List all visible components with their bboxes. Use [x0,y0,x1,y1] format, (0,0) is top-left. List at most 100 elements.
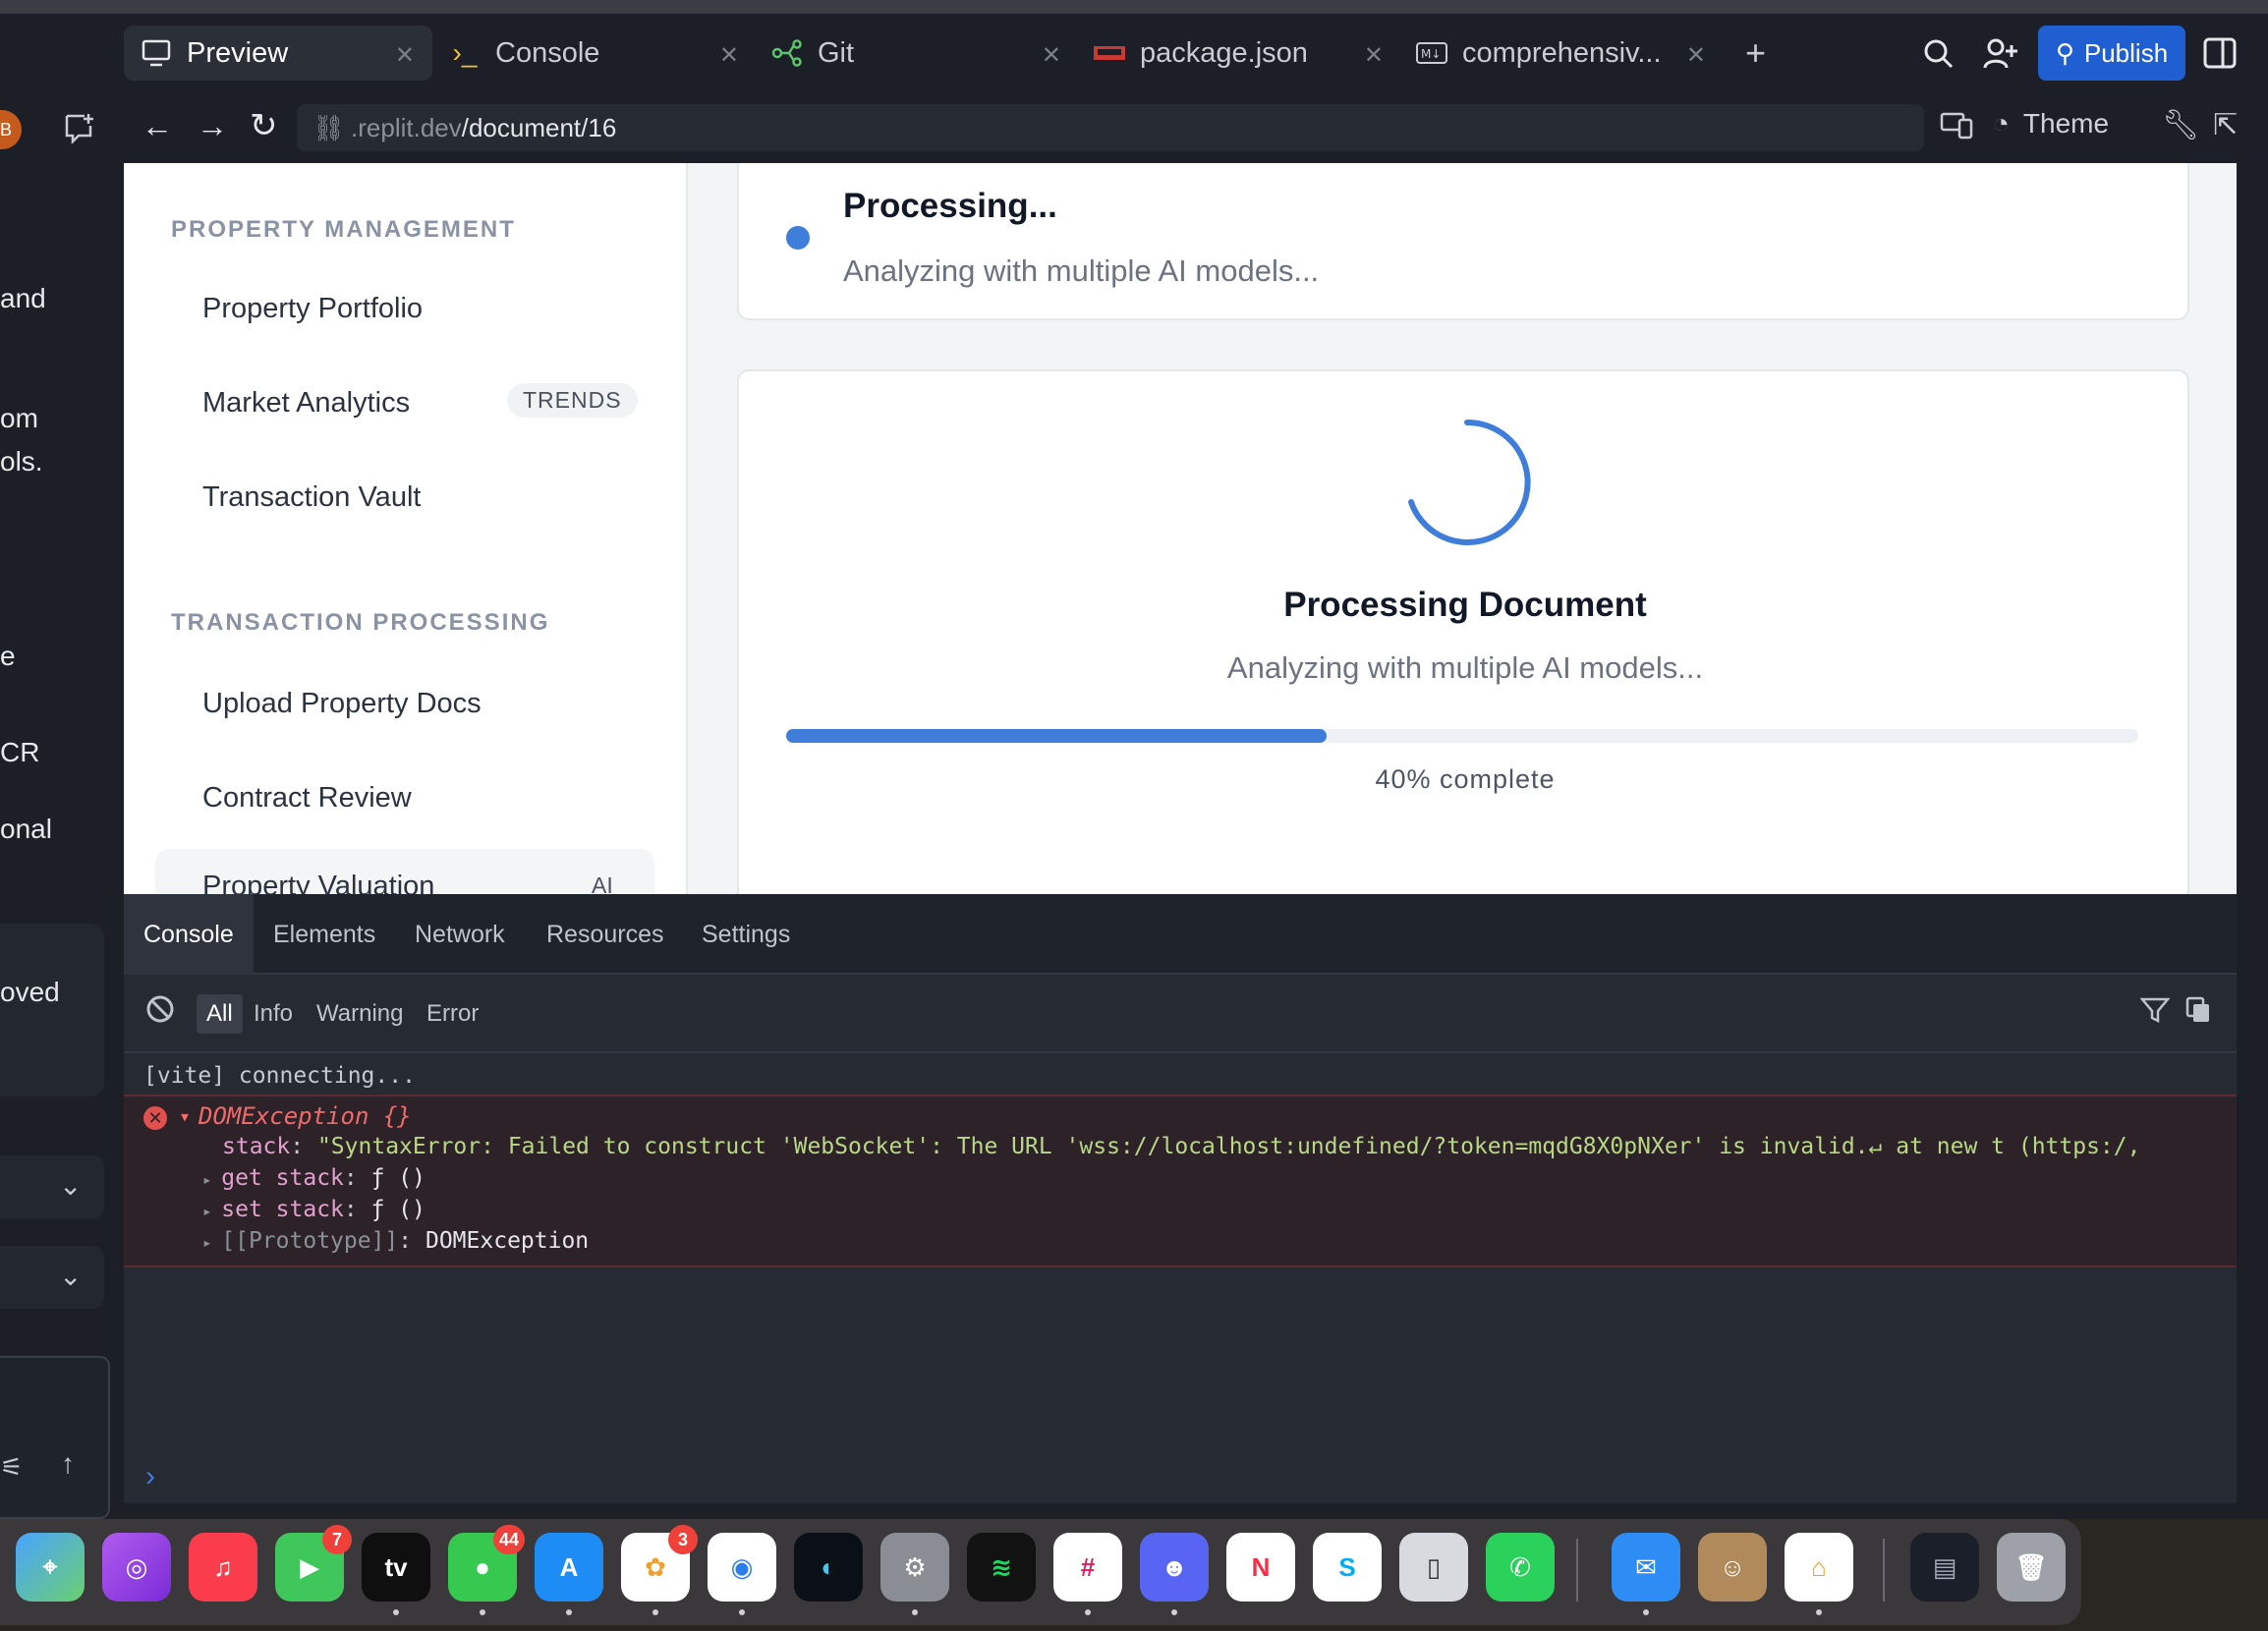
tab-console[interactable]: Console [124,894,254,975]
tab-resources[interactable]: Resources [546,894,664,975]
dock-app-podcasts[interactable]: ◎ [102,1533,171,1602]
split-pane-icon[interactable] [2203,37,2237,74]
chat-text: onal [0,814,52,844]
contacts-icon: ☺ [1719,1551,1746,1582]
sidebar-item-property-valuation[interactable]: Property Valuation AI [155,849,654,894]
photos-icon: ✿ [645,1551,666,1582]
devices-icon[interactable] [1940,110,1973,144]
running-indicator [566,1609,572,1615]
dock-app-app-store[interactable]: A [535,1533,603,1602]
publish-button[interactable]: ⚲ Publish [2038,26,2185,81]
dock-app-skype[interactable]: S [1313,1533,1382,1602]
dock-app-spotify[interactable]: ≋ [967,1533,1036,1602]
get-stack-line[interactable]: ▸ get stack: ƒ () [202,1165,425,1191]
close-icon[interactable]: ✕ [1042,41,1061,70]
dock-app-photos[interactable]: ✿ 3 [621,1525,698,1602]
sidebar-item-upload-property-docs[interactable]: Upload Property Docs [202,688,482,720]
filter-error[interactable]: Error [417,994,488,1034]
console-prompt-icon[interactable]: › [145,1460,155,1493]
tab-git[interactable]: Git ✕ [770,26,1079,81]
wrench-icon[interactable]: 🔧︎ [2162,108,2199,142]
clear-console-icon[interactable] [145,994,175,1029]
tab-preview[interactable]: Preview ✕ [124,26,432,81]
stack-line: stack: "SyntaxError: Failed to construct… [222,1134,2141,1159]
avatar-letter: B [0,119,13,140]
filter-info[interactable]: Info [244,994,303,1034]
close-icon[interactable]: ✕ [719,41,739,70]
external-link-icon[interactable]: ⇱ [2213,108,2238,142]
filter-all[interactable]: All [197,994,243,1034]
avatar[interactable]: B [0,110,22,149]
running-indicator [652,1609,658,1615]
tab-console[interactable]: ›_ Console ✕ [448,26,757,81]
discord-icon: ☻ [1161,1551,1188,1582]
tab-network[interactable]: Network [415,894,505,975]
dock-app-news[interactable]: N [1226,1533,1295,1602]
chat-card: oved [0,924,104,1097]
palette-icon: ◔ [1993,108,2010,139]
monitor-icon [140,36,173,70]
music-icon: ♫ [213,1551,233,1582]
dock-app-chrome[interactable]: ◉ [708,1533,776,1602]
tab-elements[interactable]: Elements [273,894,375,975]
status-dot [786,226,810,250]
chat-input[interactable]: ⚟ ↑ [0,1356,110,1519]
dock-app-contacts[interactable]: ☺ [1698,1533,1767,1602]
publish-icon: ⚲ [2055,37,2074,68]
dock-app-facetime[interactable]: ▶ 7 [275,1525,352,1602]
running-indicator [393,1609,399,1615]
dock-app-system-settings[interactable]: ⚙ [880,1533,949,1602]
collapsible-row[interactable]: ⌄ [0,1246,104,1309]
settings-sliders-icon[interactable]: ⚟ [0,1452,23,1483]
tab-settings[interactable]: Settings [702,894,790,975]
new-chat-icon[interactable] [63,112,96,150]
new-tab-button[interactable]: + [1745,26,1785,81]
search-icon[interactable] [1922,37,1956,76]
filter-warning[interactable]: Warning [307,994,413,1034]
expand-arrow-icon[interactable]: ▾ [179,1104,191,1128]
send-arrow-icon[interactable]: ↑ [61,1448,75,1480]
add-user-icon[interactable] [1983,37,2018,76]
tab-comprehensive[interactable]: M↓ comprehensiv... ✕ [1415,26,1724,81]
close-icon[interactable]: ✕ [395,41,415,70]
tab-package-json[interactable]: package.json ✕ [1093,26,1401,81]
chat-text: om [0,403,38,433]
dock-app-finder-window[interactable]: ▤ [1910,1533,1979,1602]
dock-app-maps[interactable]: ⌖ [16,1533,85,1602]
back-icon[interactable]: ← [142,108,173,144]
copy-icon[interactable] [2185,996,2211,1029]
chevron-down-icon: ⌄ [59,1170,83,1201]
status-title: Processing... [843,187,1057,225]
set-stack-line[interactable]: ▸ set stack: ƒ () [202,1197,425,1222]
dock-app-mail[interactable]: ✉ [1612,1533,1680,1602]
dock-app-home[interactable]: ⌂ [1785,1533,1853,1602]
dock-app-trash[interactable]: 🗑︎ [1997,1533,2066,1602]
tab-label: Git [818,36,855,69]
dock-app-music[interactable]: ♫ [189,1533,257,1602]
dock-app-discord[interactable]: ☻ [1140,1533,1209,1602]
sidebar-item-market-analytics[interactable]: Market Analytics [202,387,410,420]
url-bar[interactable]: ⛓ .replit.dev/document/16 [297,104,1924,151]
collapsible-row[interactable]: ⌄ [0,1155,104,1218]
prototype-line[interactable]: ▸ [[Prototype]]: DOMException [202,1228,589,1254]
forward-icon[interactable]: → [197,108,228,144]
reload-icon[interactable]: ↻ [250,106,278,145]
skype-icon: S [1338,1551,1356,1582]
dock-app-iphone-mirroring[interactable]: ▯ [1399,1533,1468,1602]
scrollbar[interactable] [2237,163,2268,1519]
theme-button[interactable]: ◔ Theme [1993,108,2109,140]
sidebar-item-property-portfolio[interactable]: Property Portfolio [202,293,423,325]
dock-app-tv[interactable]: tv [362,1533,430,1602]
dock-app-whatsapp[interactable]: ✆ [1486,1533,1555,1602]
error-name[interactable]: DOMException {} [198,1102,412,1130]
close-icon[interactable]: ✕ [1364,41,1384,70]
sidebar-item-transaction-vault[interactable]: Transaction Vault [202,481,421,514]
running-indicator [1085,1609,1091,1615]
dock-app-slack[interactable]: # [1053,1533,1122,1602]
filter-icon[interactable] [2139,996,2171,1029]
close-icon[interactable]: ✕ [1686,41,1706,70]
dock-app-messages[interactable]: ● 44 [448,1525,525,1602]
sidebar-item-contract-review[interactable]: Contract Review [202,782,412,815]
dock-app-elytra[interactable]: ◐ [794,1533,863,1602]
terminal-icon: ›_ [452,37,478,68]
